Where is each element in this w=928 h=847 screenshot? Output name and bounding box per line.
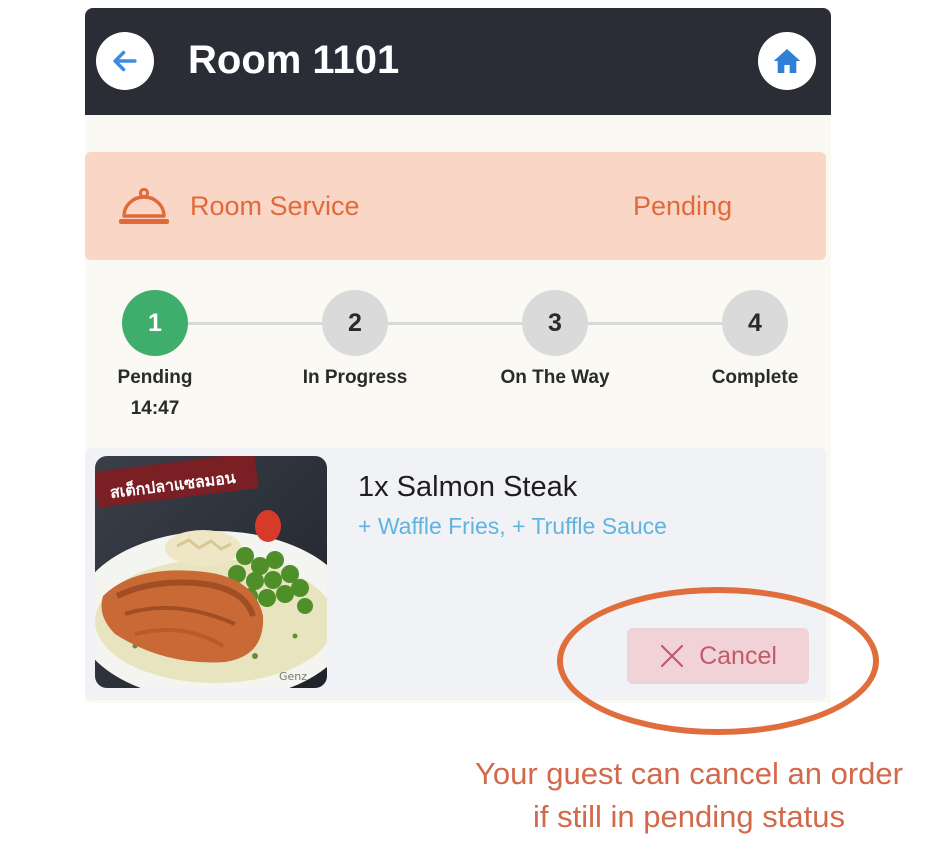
step-in-progress: 2 In Progress [285, 290, 425, 390]
home-button[interactable] [758, 32, 816, 90]
home-icon [771, 45, 803, 77]
step-label: In Progress [302, 367, 408, 388]
annotation-line-1: Your guest can cancel an order [475, 756, 903, 791]
step-complete: 4 Complete [685, 290, 825, 390]
annotation-line-2: if still in pending status [533, 799, 845, 834]
step-label: Complete [711, 367, 799, 388]
cloche-icon [117, 187, 171, 233]
step-pending: 1 Pending 14:47 [85, 290, 225, 420]
highlight-ring [557, 587, 879, 735]
step-label: On The Way [500, 367, 610, 388]
step-on-the-way: 3 On The Way [485, 290, 625, 390]
step-number: 1 [122, 290, 188, 356]
step-number: 3 [522, 290, 588, 356]
stepper-line [155, 322, 755, 325]
order-item-name: 1x Salmon Steak [358, 471, 578, 503]
order-progress-stepper: 1 Pending 14:47 2 In Progress 3 On The W… [85, 260, 831, 445]
page-title: Room 1101 [188, 38, 400, 82]
arrow-left-icon [108, 44, 142, 78]
step-label: Pending [117, 367, 193, 388]
salmon-steak-image: สเต็กปลาแซลมอน Genz [95, 456, 327, 688]
step-number: 4 [722, 290, 788, 356]
back-button[interactable] [96, 32, 154, 90]
image-watermark: Genz [279, 670, 307, 683]
service-type-label: Room Service [190, 191, 360, 221]
order-item-addons: + Waffle Fries, + Truffle Sauce [358, 513, 667, 539]
step-time: 14:47 [130, 398, 180, 419]
service-status: Pending [633, 191, 733, 221]
service-banner: Room Service Pending [85, 152, 826, 260]
app-header: Room 1101 [85, 8, 831, 115]
step-number: 2 [322, 290, 388, 356]
annotation-note: Your guest can cancel an order if still … [450, 752, 928, 838]
